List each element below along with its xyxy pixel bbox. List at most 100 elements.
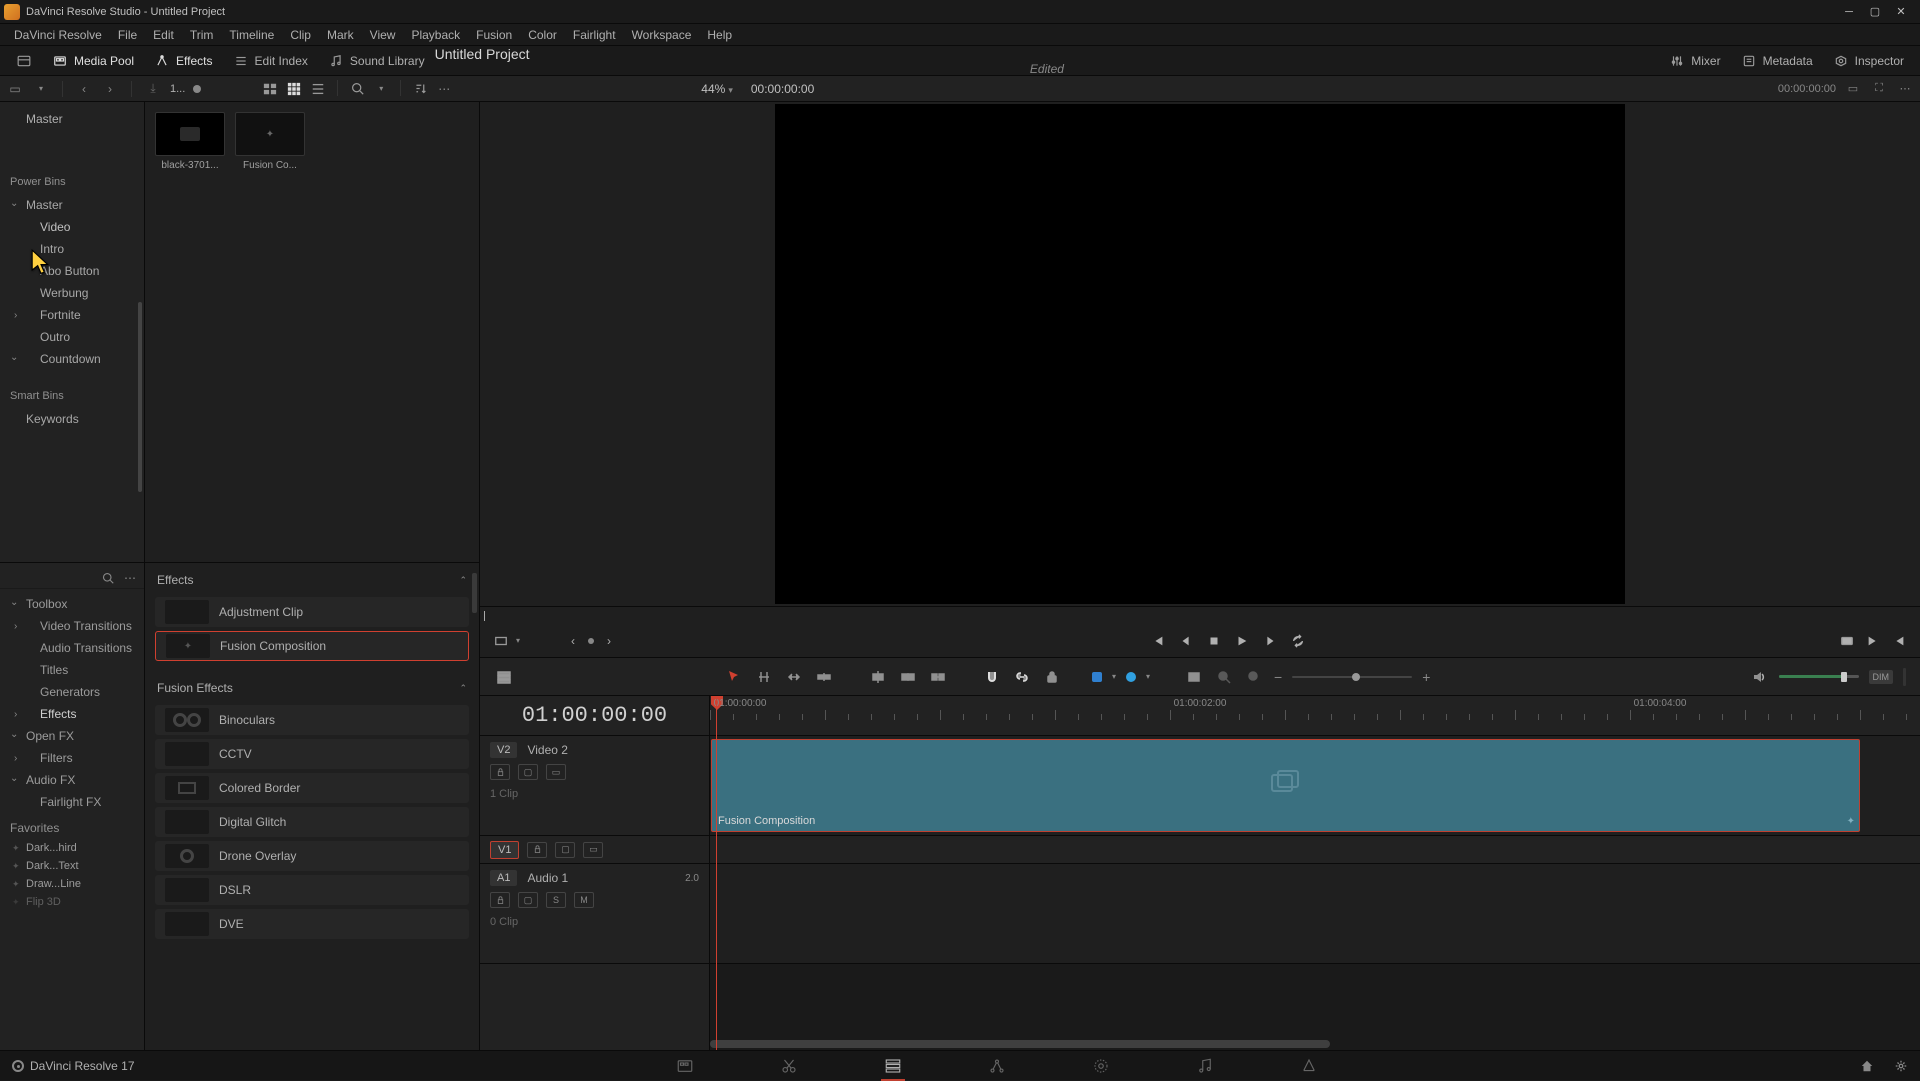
search-icon[interactable] [102, 572, 114, 584]
page-fusion[interactable] [985, 1055, 1009, 1077]
sort-icon[interactable] [411, 80, 429, 98]
tree-video-transitions[interactable]: Video Transitions [0, 615, 144, 637]
nav-back-button[interactable]: ‹ [75, 80, 93, 98]
lock-icon[interactable] [490, 764, 510, 780]
effect-binoculars[interactable]: Binoculars [155, 705, 469, 735]
collapse-icon[interactable]: ⌃ [459, 575, 467, 586]
page-deliver[interactable] [1297, 1055, 1321, 1077]
menu-fusion[interactable]: Fusion [468, 28, 520, 42]
clip-thumb-black[interactable]: black-3701... [155, 112, 225, 171]
disable-icon[interactable]: ▭ [546, 764, 566, 780]
tree-fairlightfx[interactable]: Fairlight FX [0, 791, 144, 813]
menu-davinci[interactable]: DaVinci Resolve [6, 28, 110, 42]
auto-select-icon[interactable]: ▢ [518, 892, 538, 908]
tree-audiofx[interactable]: Audio FX [0, 769, 144, 791]
next-frame-button[interactable] [1263, 634, 1277, 648]
minimize-button[interactable]: ─ [1842, 5, 1856, 19]
track-badge-a1[interactable]: A1 [490, 870, 517, 886]
go-end-button[interactable] [1866, 634, 1880, 648]
track-lane-a1[interactable] [710, 864, 1920, 964]
tree-openfx[interactable]: Open FX [0, 725, 144, 747]
effect-drone-overlay[interactable]: Drone Overlay [155, 841, 469, 871]
view-metadata-icon[interactable] [261, 80, 279, 98]
menu-playback[interactable]: Playback [403, 28, 468, 42]
bin-werbung[interactable]: Werbung [0, 282, 144, 304]
viewer-options-icon[interactable]: ⋯ [1896, 80, 1914, 98]
menu-fairlight[interactable]: Fairlight [565, 28, 624, 42]
auto-select-icon[interactable]: ▢ [518, 764, 538, 780]
effect-dve[interactable]: DVE [155, 909, 469, 939]
menu-color[interactable]: Color [520, 28, 565, 42]
pool-dropdown[interactable]: 1... [170, 83, 185, 95]
lock-button[interactable] [1042, 667, 1062, 687]
sound-library-toggle[interactable]: Sound Library [318, 54, 435, 68]
menu-mark[interactable]: Mark [319, 28, 362, 42]
tree-titles[interactable]: Titles [0, 659, 144, 681]
volume-icon[interactable] [1749, 667, 1769, 687]
maximize-button[interactable]: ▢ [1868, 5, 1882, 19]
viewer-canvas[interactable] [480, 102, 1920, 606]
tree-filters[interactable]: Filters [0, 747, 144, 769]
clip-fusion-composition[interactable]: Fusion Composition ✦ [711, 739, 1860, 832]
timeline-ruler[interactable]: 01:00:00:00 01:00:02:00 01:00:04:00 [710, 696, 1920, 736]
overwrite-button[interactable] [898, 667, 918, 687]
go-last-button[interactable] [1892, 634, 1906, 648]
menu-clip[interactable]: Clip [282, 28, 319, 42]
viewer-mode-icon[interactable]: ▭ [1844, 80, 1862, 98]
menu-file[interactable]: File [110, 28, 145, 42]
collapse-icon[interactable]: ⌃ [459, 683, 467, 694]
track-header-v2[interactable]: V2Video 2 ▢ ▭ 1 Clip [480, 736, 709, 836]
bin-keywords[interactable]: Keywords [0, 408, 144, 430]
chevron-down-icon[interactable]: ▾ [32, 80, 50, 98]
effect-digital-glitch[interactable]: Digital Glitch [155, 807, 469, 837]
zoom-out-button[interactable]: − [1274, 669, 1282, 685]
timeline-tracks[interactable]: 01:00:00:00 01:00:02:00 01:00:04:00 Fusi… [710, 696, 1920, 1050]
nav-fwd-button[interactable]: › [101, 80, 119, 98]
menu-workspace[interactable]: Workspace [624, 28, 700, 42]
media-pool-toggle[interactable]: Media Pool [42, 54, 144, 68]
options-icon[interactable]: ⋯ [435, 80, 453, 98]
menu-view[interactable]: View [362, 28, 404, 42]
fav-darkhird[interactable]: Dark...hird [0, 839, 144, 857]
zoom-detail-button[interactable] [1214, 667, 1234, 687]
track-header-v1[interactable]: V1 ▢ ▭ [480, 836, 709, 864]
bin-intro[interactable]: Intro [0, 238, 144, 260]
zoom-fit-button[interactable] [1184, 667, 1204, 687]
edit-index-toggle[interactable]: Edit Index [223, 54, 318, 68]
track-header-a1[interactable]: A1Audio 12.0 ▢ S M 0 Clip [480, 864, 709, 964]
loop-button[interactable] [1291, 634, 1305, 648]
zoom-in-button[interactable]: + [1422, 669, 1430, 685]
viewer-expand-icon[interactable]: ⛶ [1870, 80, 1888, 98]
chevron-down-icon[interactable]: ▾ [372, 80, 390, 98]
dynamic-trim-tool[interactable] [784, 667, 804, 687]
chevron-down-icon[interactable]: ▾ [1146, 672, 1150, 681]
trim-tool[interactable] [754, 667, 774, 687]
close-button[interactable]: ✕ [1894, 5, 1908, 19]
auto-select-icon[interactable]: ▢ [555, 842, 575, 858]
effects-toggle[interactable]: Effects [144, 54, 222, 68]
go-start-button[interactable] [1151, 634, 1165, 648]
menu-timeline[interactable]: Timeline [221, 28, 282, 42]
tree-toolbox[interactable]: Toolbox [0, 593, 144, 615]
menu-help[interactable]: Help [699, 28, 740, 42]
chevron-down-icon[interactable]: ▾ [516, 636, 520, 645]
effect-cctv[interactable]: CCTV [155, 739, 469, 769]
insert-button[interactable] [868, 667, 888, 687]
effect-fusion-composition[interactable]: ✦Fusion Composition [155, 631, 469, 661]
bin-master-top[interactable]: Master [0, 108, 144, 130]
dim-button[interactable]: DIM [1869, 670, 1894, 684]
snap-button[interactable] [982, 667, 1002, 687]
bin-master[interactable]: Master [0, 194, 144, 216]
prev-frame-button[interactable] [1179, 634, 1193, 648]
zoom-custom-button[interactable] [1244, 667, 1264, 687]
effect-dslr[interactable]: DSLR [155, 875, 469, 905]
track-lane-v1[interactable] [710, 836, 1920, 864]
page-cut[interactable] [777, 1055, 801, 1077]
page-media[interactable] [673, 1055, 697, 1077]
track-badge-v2[interactable]: V2 [490, 742, 517, 758]
fav-darktext[interactable]: Dark...Text [0, 857, 144, 875]
next-mark-button[interactable]: › [602, 634, 616, 648]
lock-icon[interactable] [527, 842, 547, 858]
match-frame-button[interactable] [494, 634, 508, 648]
blade-tool[interactable] [814, 667, 834, 687]
